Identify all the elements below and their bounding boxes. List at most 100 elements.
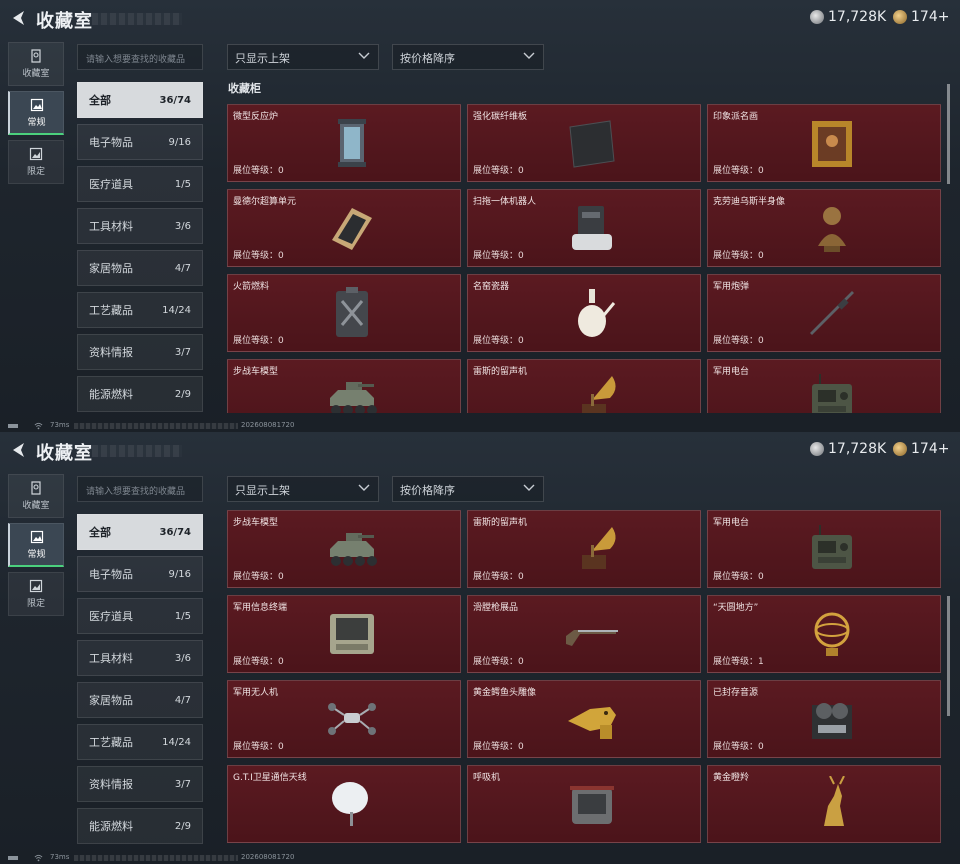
category-item[interactable]: 全部 36/74 <box>77 514 203 550</box>
collection-card[interactable]: 雷斯的留声机展位等级：0 <box>467 510 701 588</box>
side-tab[interactable]: 收藏室 <box>8 474 64 518</box>
side-tab-label: 收藏室 <box>22 69 50 79</box>
booth-level: 展位等级：0 <box>473 333 524 346</box>
chevron-down-icon <box>523 484 535 491</box>
collection-item-name: 克劳迪乌斯半身像 <box>713 197 786 207</box>
category-item[interactable]: 电子物品 9/16 <box>77 124 203 160</box>
category-item[interactable]: 家居物品 4/7 <box>77 250 203 286</box>
collection-card[interactable]: 克劳迪乌斯半身像 展位等级：0 <box>707 189 941 267</box>
side-tab-label: 常规 <box>27 117 46 128</box>
collection-card[interactable]: “天圆地方” 展位等级：1 <box>707 595 941 673</box>
gold-currency[interactable]: 174 + <box>893 9 949 25</box>
booth-level: 展位等级：0 <box>713 248 764 261</box>
booth-level-value: 0 <box>278 572 284 582</box>
collection-card[interactable]: 军用电台展位等级：0 <box>707 359 941 413</box>
collection-grid: 微型反应炉展位等级：0强化碳纤维板展位等级：0印象派名画展位等级：0 曼德尔超算单… <box>227 104 943 413</box>
collection-card[interactable]: 军用信息终端 展位等级：0 <box>227 595 461 673</box>
side-tab[interactable]: 限定 <box>8 572 64 616</box>
grid-scrollbar[interactable] <box>947 596 950 716</box>
booth-level-label: 展位等级： <box>473 251 519 261</box>
gramophone-icon <box>582 527 616 569</box>
search-input[interactable]: 请输入想要查找的收藏品 <box>77 476 203 502</box>
category-item[interactable]: 电子物品 9/16 <box>77 556 203 592</box>
category-item[interactable]: 工艺藏品 14/24 <box>77 724 203 760</box>
booth-level-value: 0 <box>518 572 524 582</box>
collection-grid-viewport: 微型反应炉展位等级：0强化碳纤维板展位等级：0印象派名画展位等级：0 曼德尔超算单… <box>227 104 943 413</box>
collection-card[interactable]: 军用电台展位等级：0 <box>707 510 941 588</box>
booth-level-label: 展位等级： <box>473 572 519 582</box>
gold-currency[interactable]: 174 + <box>893 441 949 457</box>
back-arrow-icon[interactable] <box>8 8 28 28</box>
booth-level: 展位等级：0 <box>473 248 524 261</box>
collection-card[interactable]: 已封存音源 展位等级：0 <box>707 680 941 758</box>
collection-card[interactable]: 黄金鳄鱼头雕像 展位等级：0 <box>467 680 701 758</box>
collection-grid: 微型反应炉展位等级：0强化碳纤维板展位等级：0印象派名画展位等级：0曼德尔超算单… <box>227 510 943 843</box>
category-item[interactable]: 能源燃料 2/9 <box>77 808 203 844</box>
category-list: 全部 36/74 电子物品 9/16 医疗道具 1/5 工具材料 3/6 家居物品 4/7 工艺藏品… <box>77 82 203 418</box>
artillery-shell-icon <box>810 291 854 335</box>
collection-item-name: 军用信息终端 <box>233 603 288 613</box>
collection-card[interactable]: 步战车模型展位等级：0 <box>227 510 461 588</box>
booth-level: 展位等级：0 <box>233 333 284 346</box>
collection-screen: 收藏室 17,728K 174 + 收藏室 常规 限定 请输入想要查找的收藏品 只显… <box>0 432 960 864</box>
booth-level-label: 展位等级： <box>713 742 759 752</box>
collection-card[interactable]: 扫拖一体机器人 展位等级：0 <box>467 189 701 267</box>
collection-card[interactable]: 军用无人机 展位等级：0 <box>227 680 461 758</box>
search-input[interactable]: 请输入想要查找的收藏品 <box>77 44 203 70</box>
sort-dropdown[interactable]: 按价格降序 <box>392 476 544 502</box>
category-item[interactable]: 工具材料 3/6 <box>77 640 203 676</box>
category-item[interactable]: 医疗道具 1/5 <box>77 598 203 634</box>
silver-coin-icon <box>810 10 824 24</box>
category-item[interactable]: 全部 36/74 <box>77 82 203 118</box>
category-item[interactable]: 能源燃料 2/9 <box>77 376 203 412</box>
collection-card[interactable]: G.T.I卫星通信天线 <box>227 765 461 843</box>
category-item[interactable]: 家居物品 4/7 <box>77 682 203 718</box>
add-gold-button[interactable]: + <box>938 441 950 457</box>
booth-level-label: 展位等级： <box>233 742 279 752</box>
collection-card[interactable]: 强化碳纤维板 展位等级：0 <box>467 104 701 182</box>
collection-card[interactable]: 微型反应炉 展位等级：0 <box>227 104 461 182</box>
side-tab[interactable]: 限定 <box>8 140 64 184</box>
filter-dropdown[interactable]: 只显示上架 <box>227 476 379 502</box>
gold-crocodile-icon <box>568 707 616 739</box>
gold-gazelle-icon <box>824 776 845 826</box>
collection-card[interactable]: 印象派名画 展位等级：0 <box>707 104 941 182</box>
booth-level: 展位等级：0 <box>473 163 524 176</box>
collection-card[interactable]: 步战车模型展位等级：0 <box>227 359 461 413</box>
side-tab[interactable]: 收藏室 <box>8 42 64 86</box>
sort-dropdown[interactable]: 按价格降序 <box>392 44 544 70</box>
category-count: 9/16 <box>168 136 191 148</box>
gramophone-icon <box>582 376 616 413</box>
status-decoration <box>74 855 238 861</box>
category-item[interactable]: 医疗道具 1/5 <box>77 166 203 202</box>
collection-card[interactable]: 曼德尔超算单元 展位等级：0 <box>227 189 461 267</box>
musket-icon <box>566 630 618 646</box>
collection-item-name: 步战车模型 <box>233 367 279 377</box>
category-name: 电子物品 <box>89 136 133 149</box>
collection-card[interactable]: 火箭燃料展位等级：0 <box>227 274 461 352</box>
side-tab[interactable]: 常规 <box>8 523 64 567</box>
category-item[interactable]: 资料情报 3/7 <box>77 766 203 802</box>
add-gold-button[interactable]: + <box>938 9 950 25</box>
collection-card[interactable]: 黄金瞪羚 <box>707 765 941 843</box>
collection-card[interactable]: 军用炮弹 展位等级：0 <box>707 274 941 352</box>
collection-card[interactable]: 呼吸机 <box>467 765 701 843</box>
collection-card[interactable]: 滑膛枪展品 展位等级：0 <box>467 595 701 673</box>
category-item[interactable]: 工艺藏品 14/24 <box>77 292 203 328</box>
collection-item-name: 火箭燃料 <box>233 282 270 292</box>
category-count: 9/16 <box>168 568 191 580</box>
filter-dropdown[interactable]: 只显示上架 <box>227 44 379 70</box>
category-item[interactable]: 工具材料 3/6 <box>77 208 203 244</box>
collection-card[interactable]: 名窑瓷器 展位等级：0 <box>467 274 701 352</box>
collection-item-name: 黄金鳄鱼头雕像 <box>473 688 537 698</box>
booth-level-value: 0 <box>278 251 284 261</box>
title-decoration <box>92 13 182 25</box>
category-name: 家居物品 <box>89 262 133 275</box>
collection-card[interactable]: 雷斯的留声机展位等级：0 <box>467 359 701 413</box>
category-item[interactable]: 资料情报 3/7 <box>77 334 203 370</box>
info-terminal-icon <box>330 614 374 654</box>
side-tab[interactable]: 常规 <box>8 91 64 135</box>
booth-level-label: 展位等级： <box>233 657 279 667</box>
back-arrow-icon[interactable] <box>8 440 28 460</box>
grid-scrollbar[interactable] <box>947 84 950 184</box>
